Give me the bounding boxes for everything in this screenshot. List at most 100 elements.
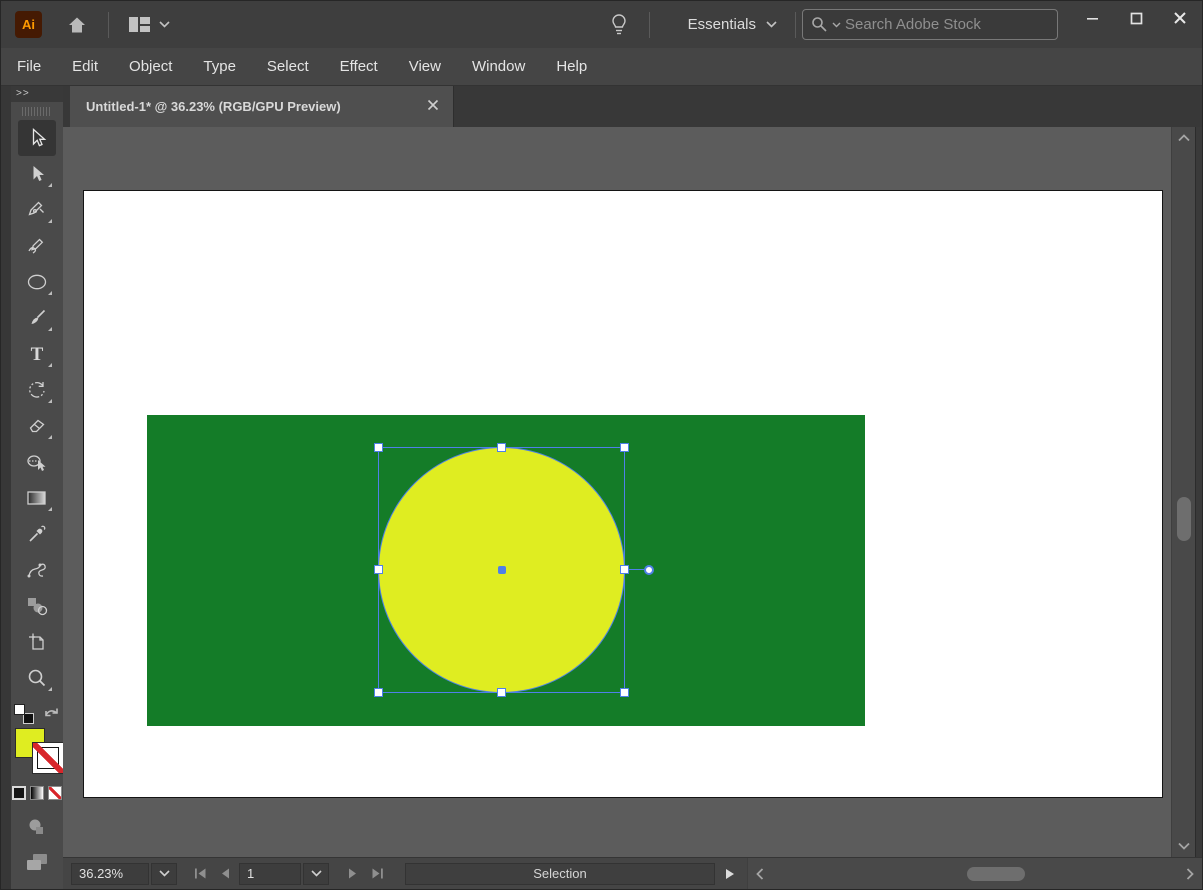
pie-widget-handle[interactable] bbox=[644, 565, 654, 575]
minimize-button[interactable] bbox=[1070, 1, 1114, 35]
document-tab-title: Untitled-1* @ 36.23% (RGB/GPU Preview) bbox=[86, 99, 413, 114]
selection-center-point[interactable] bbox=[498, 566, 506, 574]
tools-panel-collapse[interactable]: >> bbox=[11, 86, 63, 102]
selection-tool[interactable] bbox=[18, 120, 56, 156]
titlebar-divider bbox=[108, 12, 109, 38]
selection-handle-top-right[interactable] bbox=[620, 443, 629, 452]
eraser-tool[interactable] bbox=[18, 408, 56, 444]
scroll-left-icon[interactable] bbox=[748, 868, 772, 880]
app-logo-icon: Ai bbox=[15, 11, 42, 38]
document-tab[interactable]: Untitled-1* @ 36.23% (RGB/GPU Preview) bbox=[70, 86, 454, 127]
gradient-tool[interactable] bbox=[18, 480, 56, 516]
curvature-tool-icon bbox=[26, 235, 48, 257]
tab-close-icon[interactable] bbox=[427, 98, 439, 116]
gradient-tool-icon bbox=[25, 487, 49, 509]
stroke-swatch-none[interactable] bbox=[32, 742, 64, 774]
first-artboard-button[interactable] bbox=[189, 863, 212, 885]
menu-edit[interactable]: Edit bbox=[72, 58, 98, 75]
shape-builder-tool[interactable] bbox=[18, 444, 56, 480]
search-input[interactable] bbox=[845, 16, 1025, 33]
selection-handle-bottom-right[interactable] bbox=[620, 688, 629, 697]
ellipse-tool[interactable] bbox=[18, 264, 56, 300]
direct-selection-tool-icon bbox=[26, 163, 48, 185]
selection-handle-top-middle[interactable] bbox=[497, 443, 506, 452]
menu-type[interactable]: Type bbox=[203, 58, 236, 75]
zoom-tool[interactable] bbox=[18, 660, 56, 696]
menu-file[interactable]: File bbox=[17, 58, 41, 75]
vertical-scroll-thumb[interactable] bbox=[1177, 497, 1191, 541]
close-button[interactable] bbox=[1158, 1, 1202, 35]
horizontal-scroll-track[interactable] bbox=[772, 858, 1178, 889]
workspace-switcher[interactable]: Essentials bbox=[688, 16, 777, 33]
scroll-down-icon[interactable] bbox=[1172, 835, 1195, 857]
arrange-documents-button[interactable] bbox=[129, 16, 170, 33]
pie-widget-line bbox=[629, 569, 644, 570]
none-mode-button[interactable] bbox=[48, 786, 62, 800]
vertical-scroll-track[interactable] bbox=[1172, 149, 1195, 835]
next-artboard-button[interactable] bbox=[341, 863, 364, 885]
drawing-modes-button[interactable] bbox=[19, 812, 55, 840]
menu-window[interactable]: Window bbox=[472, 58, 525, 75]
vertical-scrollbar[interactable] bbox=[1171, 127, 1195, 857]
puppet-warp-tool-icon bbox=[25, 559, 49, 581]
document-tabbar: Untitled-1* @ 36.23% (RGB/GPU Preview) bbox=[63, 86, 1202, 127]
selection-handle-middle-left[interactable] bbox=[374, 565, 383, 574]
paintbrush-tool-icon bbox=[26, 307, 48, 329]
screen-mode-button[interactable] bbox=[19, 848, 55, 876]
artboard-number-field[interactable]: 1 bbox=[239, 863, 301, 885]
artboard[interactable] bbox=[84, 191, 1162, 797]
selection-handle-middle-right[interactable] bbox=[620, 565, 629, 574]
horizontal-scrollbar[interactable] bbox=[747, 858, 1202, 889]
chevron-down-icon bbox=[159, 870, 170, 877]
color-mode-button[interactable] bbox=[12, 786, 26, 800]
pen-tool[interactable] bbox=[18, 192, 56, 228]
adobe-stock-search[interactable] bbox=[802, 9, 1058, 40]
type-tool-icon: T bbox=[31, 345, 44, 364]
paintbrush-tool[interactable] bbox=[18, 300, 56, 336]
artboard-dropdown[interactable] bbox=[303, 863, 329, 885]
tools-panel-grip[interactable] bbox=[22, 107, 52, 116]
chevron-down-icon bbox=[159, 21, 170, 28]
eyedropper-tool[interactable] bbox=[18, 516, 56, 552]
workspace-label: Essentials bbox=[688, 16, 756, 33]
eyedropper-tool-icon bbox=[26, 523, 48, 545]
selection-handle-top-left[interactable] bbox=[374, 443, 383, 452]
rotate-tool[interactable] bbox=[18, 372, 56, 408]
last-artboard-button[interactable] bbox=[366, 863, 389, 885]
status-options-button[interactable] bbox=[719, 863, 741, 885]
selection-handle-bottom-left[interactable] bbox=[374, 688, 383, 697]
menu-help[interactable]: Help bbox=[556, 58, 587, 75]
chevron-down-icon bbox=[311, 870, 322, 877]
gradient-mode-button[interactable] bbox=[30, 786, 44, 800]
rotate-tool-icon bbox=[26, 379, 48, 401]
blend-tool[interactable] bbox=[18, 588, 56, 624]
default-fill-stroke-button[interactable] bbox=[14, 704, 34, 724]
artboard-tool[interactable] bbox=[18, 624, 56, 660]
maximize-button[interactable] bbox=[1114, 1, 1158, 35]
zoom-level-field[interactable]: 36.23% bbox=[71, 863, 149, 885]
scroll-up-icon[interactable] bbox=[1172, 127, 1195, 149]
chevron-down-icon bbox=[832, 22, 841, 28]
menu-view[interactable]: View bbox=[409, 58, 441, 75]
menu-effect[interactable]: Effect bbox=[340, 58, 378, 75]
selection-handle-bottom-middle[interactable] bbox=[497, 688, 506, 697]
curvature-tool[interactable] bbox=[18, 228, 56, 264]
swap-fill-stroke-icon[interactable] bbox=[43, 704, 60, 724]
horizontal-scroll-thumb[interactable] bbox=[967, 867, 1025, 881]
drawing-modes-icon bbox=[26, 817, 48, 836]
home-icon[interactable] bbox=[66, 14, 88, 36]
illustrator-window: Ai Essentials bbox=[0, 0, 1203, 890]
fill-stroke-indicator bbox=[11, 728, 63, 776]
menu-object[interactable]: Object bbox=[129, 58, 172, 75]
type-tool[interactable]: T bbox=[18, 336, 56, 372]
search-icon bbox=[811, 16, 828, 33]
zoom-level-dropdown[interactable] bbox=[151, 863, 177, 885]
menu-select[interactable]: Select bbox=[267, 58, 309, 75]
selection-bounding-box bbox=[378, 447, 625, 693]
canvas-pasteboard[interactable] bbox=[63, 127, 1171, 857]
scroll-right-icon[interactable] bbox=[1178, 868, 1202, 880]
lightbulb-icon[interactable] bbox=[609, 13, 629, 37]
puppet-warp-tool[interactable] bbox=[18, 552, 56, 588]
previous-artboard-button[interactable] bbox=[214, 863, 237, 885]
direct-selection-tool[interactable] bbox=[18, 156, 56, 192]
